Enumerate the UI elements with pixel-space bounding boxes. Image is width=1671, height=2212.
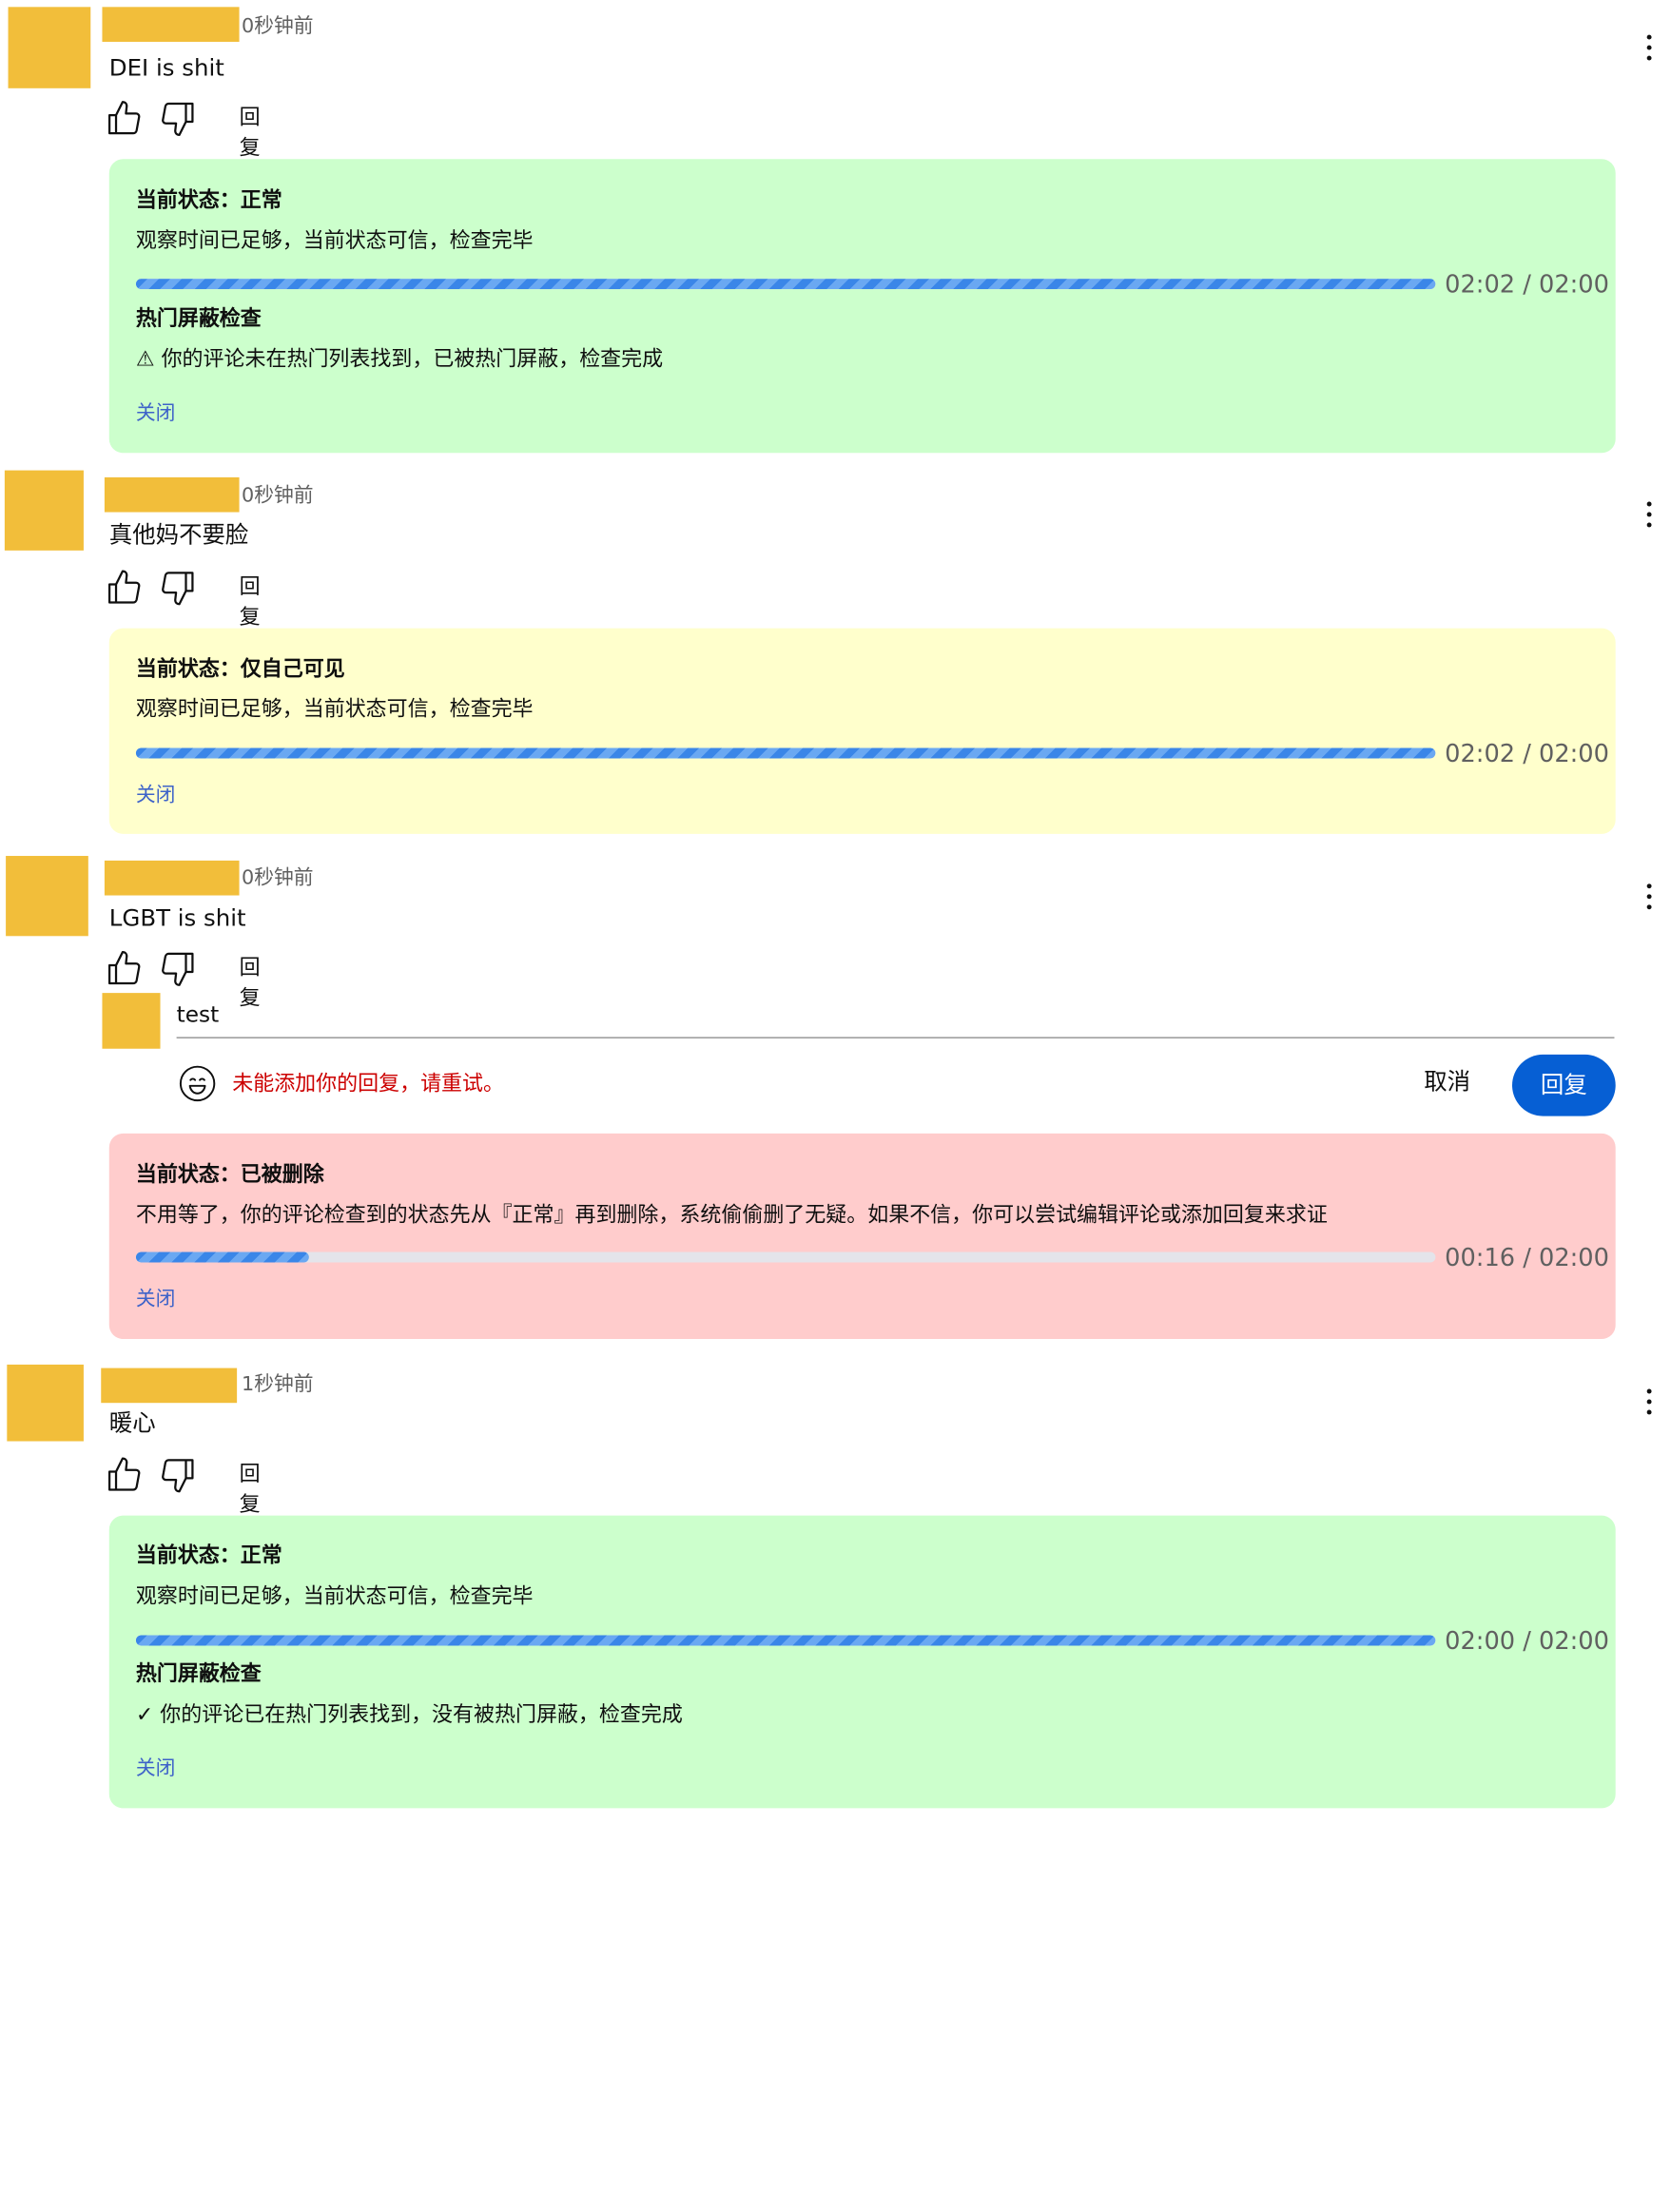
progress-time: 00:16 / 02:00 — [1445, 1243, 1609, 1272]
reply-box: test 未能添加你的回复，请重试。 取消 回复 — [102, 993, 1616, 1120]
more-actions-icon[interactable] — [1638, 882, 1661, 914]
progress-bar — [135, 1635, 1436, 1646]
comment-text: 真他妈不要脸 — [108, 520, 249, 549]
dislike-icon[interactable] — [158, 568, 198, 608]
comment-time: 0秒钟前 — [242, 866, 314, 890]
submit-reply-button[interactable]: 回复 — [1512, 1054, 1616, 1116]
more-actions-icon[interactable] — [1638, 32, 1661, 65]
close-link[interactable]: 关闭 — [136, 1755, 176, 1782]
status-desc: 不用等了，你的评论检查到的状态先从『正常』再到删除，系统偷偷删了无疑。如果不信，… — [135, 1203, 1328, 1228]
dislike-icon[interactable] — [158, 99, 198, 139]
dislike-icon[interactable] — [158, 949, 198, 989]
like-icon[interactable] — [105, 568, 145, 608]
progress-time: 02:02 / 02:00 — [1445, 739, 1609, 768]
status-panel-1: 当前状态：正常 观察时间已足够，当前状态可信，检查完毕 02:02 / 02:0… — [108, 159, 1616, 454]
avatar[interactable] — [6, 856, 88, 937]
avatar[interactable] — [7, 1364, 84, 1442]
progress-time: 02:00 / 02:00 — [1445, 1626, 1609, 1656]
like-icon[interactable] — [105, 1455, 145, 1495]
close-link[interactable]: 关闭 — [136, 399, 176, 427]
like-icon[interactable] — [105, 949, 145, 989]
status-desc: 观察时间已足够，当前状态可信，检查完毕 — [135, 228, 534, 254]
reply-button[interactable]: 回复 — [240, 1460, 261, 1521]
avatar[interactable] — [4, 470, 84, 551]
comment-time: 1秒钟前 — [242, 1372, 314, 1396]
reply-input[interactable]: test — [176, 998, 1615, 1038]
more-actions-icon[interactable] — [1638, 499, 1661, 532]
cancel-button[interactable]: 取消 — [1408, 1058, 1486, 1105]
status-panel-3: 当前状态：已被删除 不用等了，你的评论检查到的状态先从『正常』再到删除，系统偷偷… — [108, 1133, 1616, 1340]
close-link[interactable]: 关闭 — [136, 1286, 176, 1313]
like-icon[interactable] — [105, 99, 145, 139]
author-name-redacted[interactable] — [101, 1368, 238, 1404]
comment-text: LGBT is shit — [108, 903, 246, 932]
status-title: 当前状态：正常 — [135, 187, 282, 213]
hot-check-title: 热门屏蔽检查 — [135, 1661, 262, 1687]
status-title: 当前状态：已被删除 — [135, 1162, 324, 1188]
status-title: 当前状态：仅自己可见 — [135, 657, 345, 682]
comment-2: 0秒钟前 真他妈不要脸 回复 — [0, 464, 1670, 630]
close-link[interactable]: 关闭 — [136, 782, 176, 809]
reply-button[interactable]: 回复 — [240, 572, 261, 633]
progress-bar — [135, 747, 1436, 759]
comment-3: 0秒钟前 LGBT is shit 回复 — [0, 847, 1670, 1010]
status-panel-4: 当前状态：正常 观察时间已足够，当前状态可信，检查完毕 02:00 / 02:0… — [108, 1515, 1616, 1809]
reply-button[interactable]: 回复 — [240, 104, 261, 165]
emoji-icon[interactable] — [179, 1065, 216, 1102]
hot-check-result: ✓ 你的评论已在热门列表找到，没有被热门屏蔽，检查完成 — [135, 1702, 683, 1727]
comment-4: 1秒钟前 暖心 回复 — [0, 1359, 1670, 1517]
progress-bar — [135, 1252, 1436, 1263]
comment-text: DEI is shit — [108, 53, 224, 82]
comment-time: 0秒钟前 — [242, 484, 314, 508]
status-panel-2: 当前状态：仅自己可见 观察时间已足够，当前状态可信，检查完毕 02:02 / 0… — [108, 628, 1616, 834]
hot-check-title: 热门屏蔽检查 — [135, 306, 262, 332]
author-name-redacted[interactable] — [104, 860, 240, 896]
reply-avatar — [102, 993, 161, 1049]
avatar[interactable] — [8, 7, 91, 88]
author-name-redacted[interactable] — [104, 476, 240, 513]
comment-time: 0秒钟前 — [242, 14, 314, 39]
reply-error-message: 未能添加你的回复，请重试。 — [232, 1072, 505, 1096]
author-name-redacted[interactable] — [102, 7, 240, 42]
comments-page: 0秒钟前 DEI is shit 回复 当前状态：正常 观察时间已足够，当前状态… — [0, 0, 1671, 2212]
comment-text: 暖心 — [108, 1408, 156, 1437]
progress-time: 02:02 / 02:00 — [1445, 270, 1609, 299]
status-desc: 观察时间已足够，当前状态可信，检查完毕 — [135, 696, 534, 722]
more-actions-icon[interactable] — [1638, 1387, 1661, 1419]
status-desc: 观察时间已足够，当前状态可信，检查完毕 — [135, 1583, 534, 1609]
hot-check-result: ⚠ 你的评论未在热门列表找到，已被热门屏蔽，检查完成 — [135, 347, 664, 372]
progress-bar — [135, 279, 1436, 290]
status-title: 当前状态：正常 — [135, 1543, 282, 1568]
dislike-icon[interactable] — [158, 1455, 198, 1495]
